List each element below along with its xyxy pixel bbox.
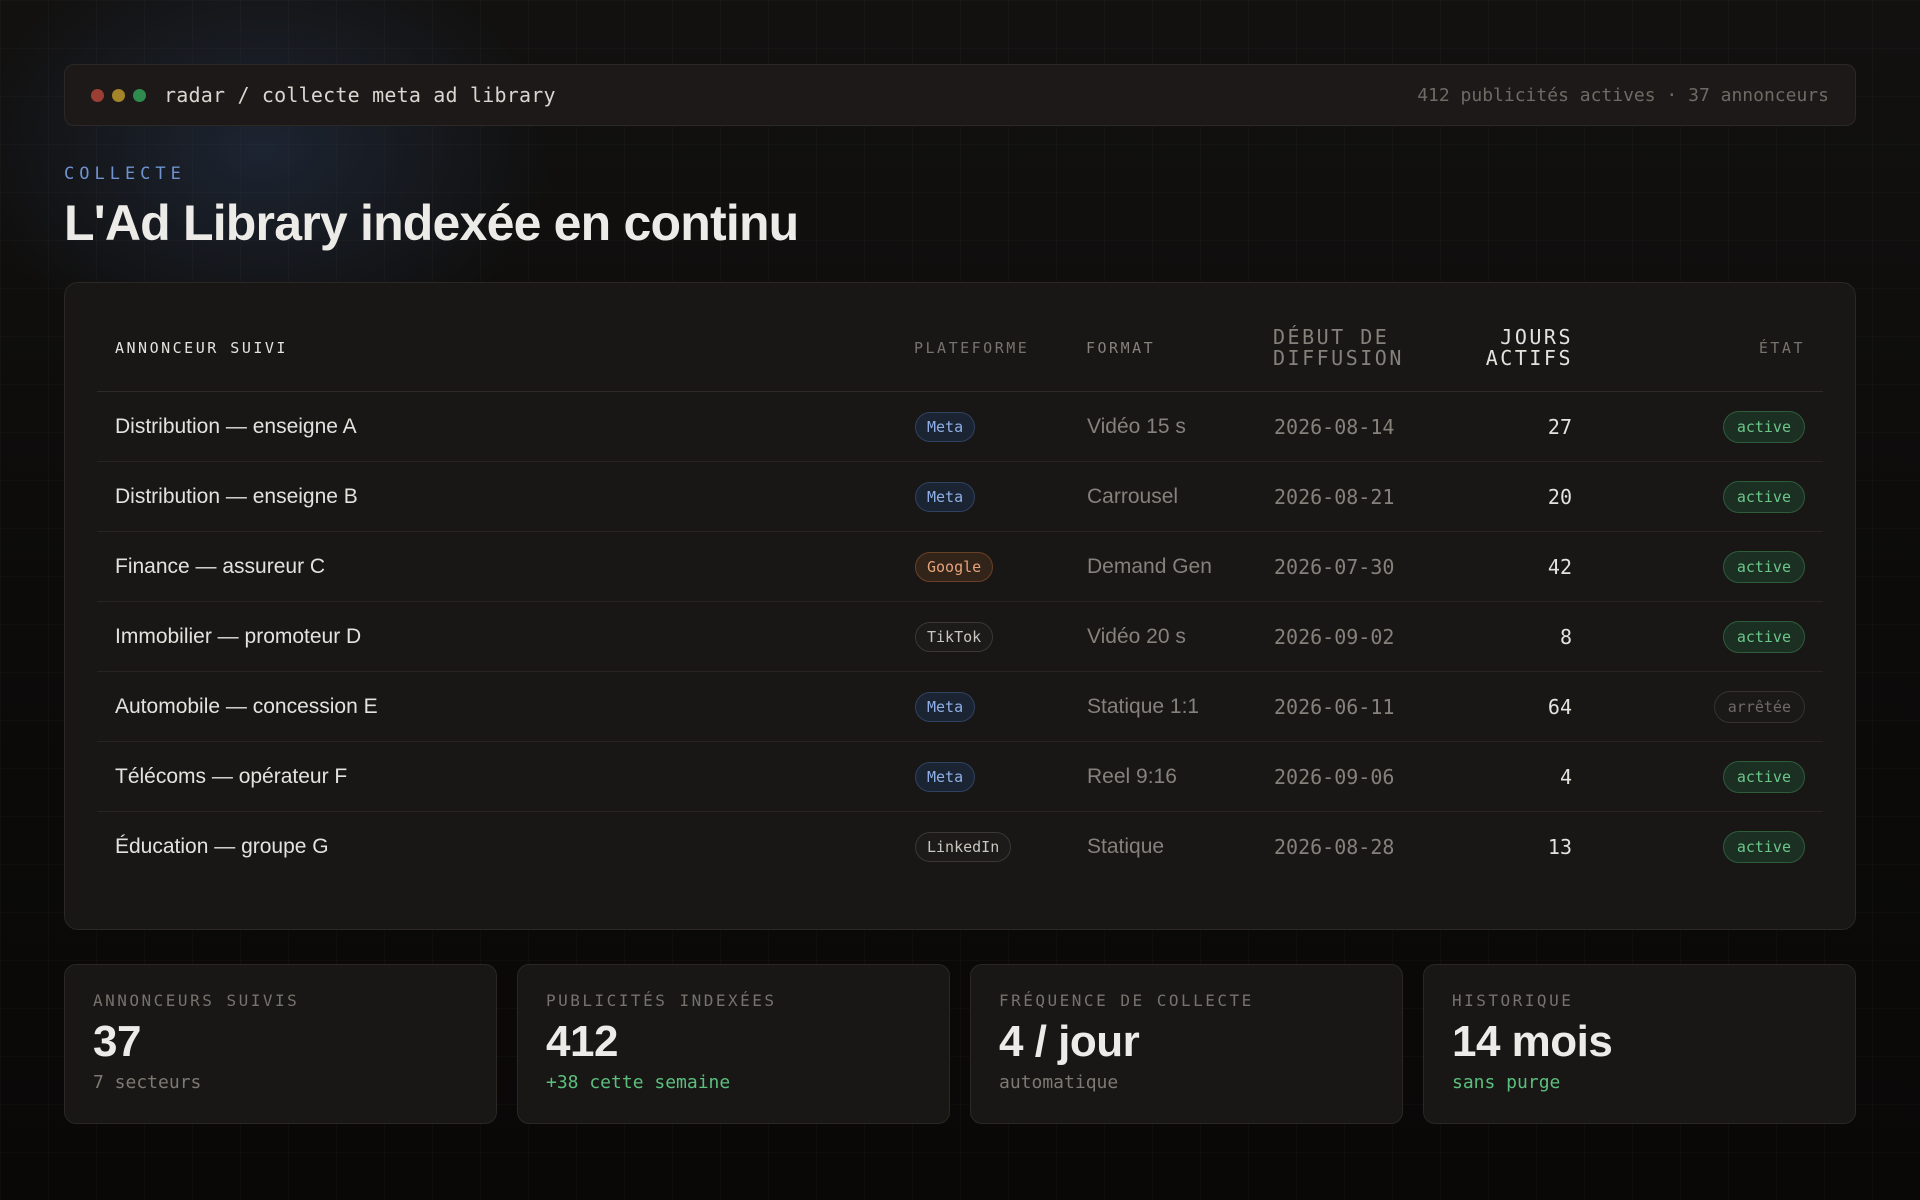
cell-advertiser: Automobile — concession E	[97, 671, 914, 742]
column-header-advertiser[interactable]: ANNONCEUR SUIVI	[97, 305, 914, 392]
table-header-row: ANNONCEUR SUIVI PLATEFORME FORMAT DÉBUT …	[97, 305, 1823, 392]
platform-chip: Google	[915, 551, 994, 582]
status-badge: active	[1722, 480, 1805, 513]
cell-active-days: 13	[1547, 834, 1572, 859]
column-header-format[interactable]: FORMAT	[1086, 305, 1273, 392]
ads-table-card: ANNONCEUR SUIVI PLATEFORME FORMAT DÉBUT …	[64, 282, 1856, 930]
cell-format: Statique	[1087, 834, 1165, 858]
status-badge: active	[1722, 620, 1805, 653]
cell-format: Carrousel	[1086, 461, 1273, 532]
stat-label: ANNONCEURS SUIVIS	[93, 991, 300, 1010]
cell-start-date: 2026-08-14	[1273, 391, 1485, 462]
window-controls	[91, 88, 146, 102]
cell-active-days: 64	[1485, 671, 1573, 742]
status-badge: active	[1722, 830, 1805, 863]
status-badge: active	[1722, 410, 1805, 443]
stat-subtext: +38 cette semaine	[546, 1072, 731, 1094]
ads-table: ANNONCEUR SUIVI PLATEFORME FORMAT DÉBUT …	[97, 305, 1823, 881]
table-row[interactable]: Finance — assureur C Google Demand Gen 2…	[97, 531, 1823, 602]
table-row[interactable]: Distribution — enseigne B Meta Carrousel…	[97, 461, 1823, 532]
status-badge: active	[1722, 760, 1805, 793]
platform-chip: Meta	[915, 481, 976, 512]
stat-label: PUBLICITÉS INDEXÉES	[546, 991, 777, 1010]
table-row[interactable]: Éducation — groupe G LinkedIn Statique 2…	[97, 812, 1823, 882]
cell-advertiser: Distribution — enseigne A	[97, 391, 914, 462]
cell-active-days: 20	[1485, 461, 1573, 532]
stat-value: 412	[546, 1017, 618, 1066]
cell-advertiser: Immobilier — promoteur D	[97, 601, 914, 672]
cell-start-date: 2026-09-06	[1273, 741, 1485, 812]
stat-card-history: HISTORIQUE 14 mois sans purge	[1423, 964, 1856, 1124]
platform-chip: Meta	[915, 411, 976, 442]
stat-card-frequency: FRÉQUENCE DE COLLECTE 4 / jour automatiq…	[970, 964, 1403, 1124]
cell-start-date: 2026-08-28	[1274, 834, 1395, 859]
column-header-days[interactable]: JOURS ACTIFS	[1485, 305, 1573, 392]
stat-card-indexed-ads: PUBLICITÉS INDEXÉES 412 +38 cette semain…	[517, 964, 950, 1124]
window-titlebar: radar / collecte meta ad library 412 pub…	[64, 64, 1856, 126]
cell-format: Vidéo 15 s	[1086, 391, 1273, 462]
cell-advertiser: Télécoms — opérateur F	[97, 741, 914, 812]
stat-subtext: automatique	[999, 1072, 1119, 1094]
cell-active-days: 4	[1485, 741, 1573, 812]
section-eyebrow: COLLECTE	[64, 164, 186, 184]
cell-format: Vidéo 20 s	[1086, 601, 1273, 672]
stat-label: FRÉQUENCE DE COLLECTE	[999, 991, 1254, 1010]
table-row[interactable]: Distribution — enseigne A Meta Vidéo 15 …	[97, 391, 1823, 462]
cell-format: Statique 1:1	[1086, 671, 1273, 742]
maximize-window-dot[interactable]	[133, 88, 146, 102]
cell-advertiser: Distribution — enseigne B	[97, 461, 914, 532]
column-header-platform[interactable]: PLATEFORME	[914, 305, 1086, 392]
cell-advertiser: Finance — assureur C	[97, 531, 914, 602]
stat-card-advertisers: ANNONCEURS SUIVIS 37 7 secteurs	[64, 964, 497, 1124]
cell-format: Demand Gen	[1086, 531, 1273, 602]
window-path: radar / collecte meta ad library	[164, 83, 556, 107]
platform-chip: Meta	[915, 761, 976, 792]
cell-start-date: 2026-09-02	[1273, 601, 1485, 672]
table-row[interactable]: Immobilier — promoteur D TikTok Vidéo 20…	[97, 601, 1823, 672]
stat-value: 4 / jour	[999, 1017, 1140, 1066]
cell-start-date: 2026-07-30	[1273, 531, 1485, 602]
platform-chip: TikTok	[915, 621, 994, 652]
status-badge: arrêtée	[1713, 690, 1805, 723]
column-header-start-line2: DIFFUSION	[1273, 346, 1404, 370]
cell-active-days: 8	[1485, 601, 1573, 672]
stat-subtext: sans purge	[1452, 1072, 1561, 1094]
minimize-window-dot[interactable]	[112, 88, 125, 102]
platform-chip: Meta	[915, 691, 976, 722]
cell-start-date: 2026-06-11	[1273, 671, 1485, 742]
platform-chip: LinkedIn	[915, 831, 1012, 862]
table-row[interactable]: Automobile — concession E Meta Statique …	[97, 671, 1823, 742]
cell-format: Reel 9:16	[1086, 741, 1273, 812]
column-header-days-line2: ACTIFS	[1485, 346, 1573, 370]
column-header-state[interactable]: ÉTAT	[1573, 305, 1823, 392]
cell-start-date: 2026-08-21	[1273, 461, 1485, 532]
stat-subtext: 7 secteurs	[93, 1072, 202, 1094]
page: radar / collecte meta ad library 412 pub…	[64, 64, 1856, 1124]
close-window-dot[interactable]	[91, 88, 104, 102]
cell-active-days: 27	[1485, 391, 1573, 462]
column-header-start[interactable]: DÉBUT DE DIFFUSION	[1273, 305, 1485, 392]
cell-active-days: 42	[1485, 531, 1573, 602]
window-summary: 412 publicités actives · 37 annonceurs	[1417, 84, 1829, 106]
table-row[interactable]: Télécoms — opérateur F Meta Reel 9:16 20…	[97, 741, 1823, 812]
page-title: L'Ad Library indexée en continu	[64, 195, 799, 251]
stat-value: 37	[93, 1017, 141, 1066]
stat-value: 14 mois	[1452, 1017, 1613, 1066]
status-badge: active	[1722, 550, 1805, 583]
cell-advertiser: Éducation — groupe G	[115, 834, 329, 858]
stat-cards: ANNONCEURS SUIVIS 37 7 secteurs PUBLICIT…	[64, 964, 1856, 1124]
stat-label: HISTORIQUE	[1452, 991, 1574, 1010]
